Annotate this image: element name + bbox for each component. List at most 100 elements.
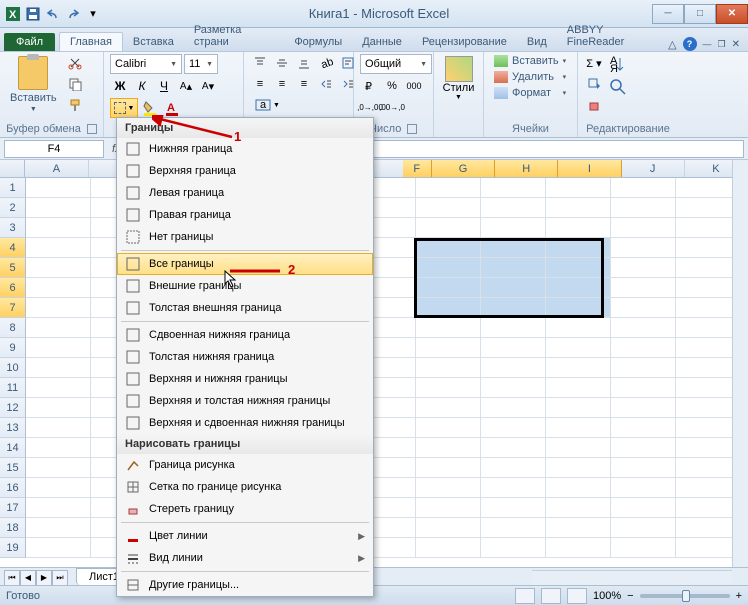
doc-minimize-icon[interactable]: — (703, 39, 712, 49)
paste-button[interactable]: Вставить ▼ (6, 54, 61, 115)
col-header-j[interactable]: J (622, 160, 685, 177)
row-header[interactable]: 12 (0, 398, 26, 418)
row-header[interactable]: 13 (0, 418, 26, 438)
border-option[interactable]: Верхняя и толстая нижняя границы (117, 390, 373, 412)
cell[interactable] (416, 298, 481, 318)
cell[interactable] (416, 258, 481, 278)
vertical-scrollbar[interactable] (732, 160, 748, 570)
cell[interactable] (546, 418, 611, 438)
tab-view[interactable]: Вид (517, 33, 557, 51)
cell[interactable] (546, 498, 611, 518)
row-header[interactable]: 7 (0, 298, 26, 318)
merge-cells-icon[interactable]: a▼ (250, 96, 285, 114)
cell[interactable] (26, 478, 91, 498)
cell[interactable] (546, 278, 611, 298)
find-select-button[interactable] (608, 77, 628, 97)
cell[interactable] (481, 418, 546, 438)
cell[interactable] (416, 398, 481, 418)
border-option[interactable]: Внешние границы (117, 275, 373, 297)
row-header[interactable]: 9 (0, 338, 26, 358)
horizontal-scrollbar[interactable] (532, 570, 732, 586)
cell[interactable] (611, 338, 676, 358)
cell[interactable] (546, 218, 611, 238)
view-normal-icon[interactable] (515, 588, 535, 604)
cell[interactable] (481, 278, 546, 298)
select-all-corner[interactable] (0, 160, 25, 177)
cell[interactable] (481, 238, 546, 258)
cell[interactable] (481, 258, 546, 278)
sheet-nav-next[interactable]: ▶ (36, 570, 52, 586)
cell[interactable] (481, 218, 546, 238)
cell[interactable] (481, 198, 546, 218)
cell[interactable] (611, 478, 676, 498)
cell[interactable] (546, 338, 611, 358)
cell[interactable] (546, 478, 611, 498)
cell[interactable] (481, 398, 546, 418)
cell[interactable] (481, 318, 546, 338)
cell[interactable] (481, 518, 546, 538)
cell[interactable] (546, 438, 611, 458)
ribbon-minimize-icon[interactable]: △ (668, 38, 676, 51)
sheet-nav-last[interactable]: ⏭ (52, 570, 68, 586)
clear-icon[interactable] (584, 96, 604, 114)
cell[interactable] (546, 378, 611, 398)
align-top-icon[interactable] (250, 54, 270, 72)
cell[interactable] (481, 438, 546, 458)
zoom-slider[interactable] (640, 594, 730, 598)
border-option[interactable]: Верхняя и нижняя границы (117, 368, 373, 390)
name-box[interactable]: F4 (4, 140, 104, 158)
cell[interactable] (611, 398, 676, 418)
cell[interactable] (416, 458, 481, 478)
number-format-combo[interactable]: Общий▼ (360, 54, 432, 74)
draw-border-option[interactable]: Граница рисунка (117, 454, 373, 476)
cell[interactable] (546, 318, 611, 338)
row-header[interactable]: 16 (0, 478, 26, 498)
doc-restore-icon[interactable]: ❐ (718, 39, 726, 50)
cell[interactable] (611, 298, 676, 318)
decrease-indent-icon[interactable] (316, 75, 336, 93)
col-header-g[interactable]: G (432, 160, 495, 177)
italic-button[interactable]: К (132, 77, 152, 95)
orientation-icon[interactable]: ab (316, 54, 336, 72)
maximize-button[interactable]: □ (684, 4, 716, 24)
cell[interactable] (26, 538, 91, 558)
zoom-out-button[interactable]: − (627, 590, 633, 602)
cell[interactable] (611, 458, 676, 478)
delete-cells-button[interactable]: Удалить▾ (490, 70, 570, 84)
format-cells-button[interactable]: Формат▾ (490, 86, 570, 100)
decrease-decimal-icon[interactable]: ,00→,0 (382, 98, 402, 116)
help-icon[interactable]: ? (683, 37, 697, 51)
bold-button[interactable]: Ж (110, 77, 130, 95)
cell[interactable] (26, 318, 91, 338)
cell[interactable] (546, 258, 611, 278)
align-left-icon[interactable]: ≡ (250, 75, 270, 93)
tab-insert[interactable]: Вставка (123, 33, 184, 51)
borders-button[interactable]: ▼ (110, 98, 138, 118)
border-option[interactable]: Правая граница (117, 204, 373, 226)
cell[interactable] (26, 238, 91, 258)
tab-home[interactable]: Главная (59, 32, 123, 51)
cell[interactable] (416, 438, 481, 458)
cell[interactable] (416, 218, 481, 238)
view-break-icon[interactable] (567, 588, 587, 604)
format-painter-icon[interactable] (65, 96, 85, 114)
border-option[interactable]: Верхняя и сдвоенная нижняя границы (117, 412, 373, 434)
font-name-combo[interactable]: Calibri▼ (110, 54, 182, 74)
draw-border-option[interactable]: Цвет линии▶ (117, 525, 373, 547)
cell[interactable] (546, 298, 611, 318)
row-header[interactable]: 8 (0, 318, 26, 338)
col-header-i[interactable]: I (558, 160, 621, 177)
col-header-a[interactable]: A (25, 160, 88, 177)
row-header[interactable]: 17 (0, 498, 26, 518)
zoom-in-button[interactable]: + (736, 590, 742, 602)
row-header[interactable]: 11 (0, 378, 26, 398)
cell[interactable] (416, 538, 481, 558)
cell[interactable] (26, 298, 91, 318)
increase-decimal-icon[interactable]: ,0→,00 (360, 98, 380, 116)
row-header[interactable]: 6 (0, 278, 26, 298)
tab-review[interactable]: Рецензирование (412, 33, 517, 51)
cell[interactable] (611, 218, 676, 238)
cell[interactable] (26, 358, 91, 378)
cell[interactable] (26, 378, 91, 398)
col-header-h[interactable]: H (495, 160, 558, 177)
